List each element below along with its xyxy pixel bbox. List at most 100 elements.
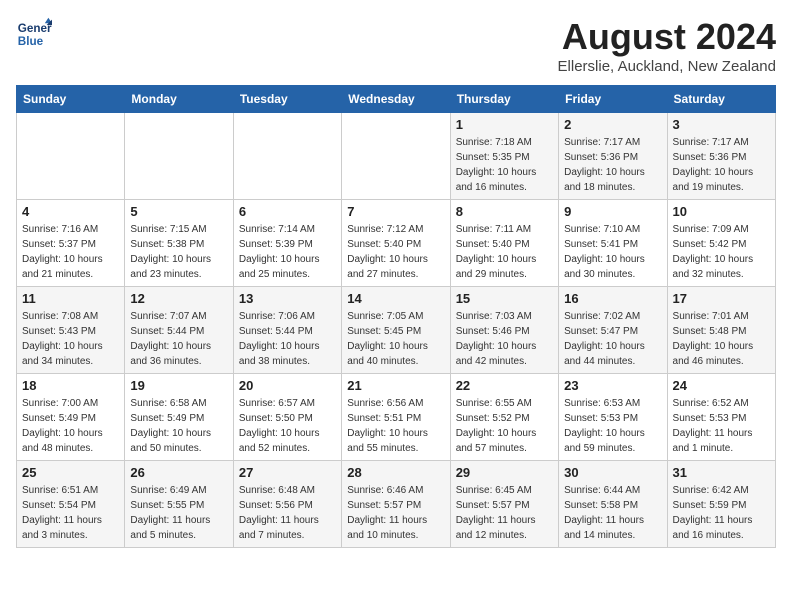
day-number: 18 xyxy=(22,378,119,393)
day-info: Sunrise: 7:16 AMSunset: 5:37 PMDaylight:… xyxy=(22,222,119,282)
day-number: 8 xyxy=(456,204,553,219)
calendar-cell: 19Sunrise: 6:58 AMSunset: 5:49 PMDayligh… xyxy=(125,374,233,461)
day-number: 11 xyxy=(22,291,119,306)
day-number: 13 xyxy=(239,291,336,306)
weekday-header-row: SundayMondayTuesdayWednesdayThursdayFrid… xyxy=(17,86,776,113)
calendar-cell: 27 Sunrise: 6:48 AMSunset: 5:56 PMDayligh… xyxy=(233,461,341,548)
calendar-cell: 22 Sunrise: 6:55 AMSunset: 5:52 PMDayligh… xyxy=(450,374,558,461)
calendar-cell: 7Sunrise: 7:12 AMSunset: 5:40 PMDaylight… xyxy=(342,200,450,287)
day-info: Sunrise: 7:03 AMSunset: 5:46 PMDaylight:… xyxy=(456,309,553,369)
calendar-table: SundayMondayTuesdayWednesdayThursdayFrid… xyxy=(16,85,776,548)
weekday-header-thursday: Thursday xyxy=(450,86,558,113)
calendar-cell: 30Sunrise: 6:44 AMSunset: 5:58 PMDayligh… xyxy=(559,461,667,548)
calendar-week-2: 4 Sunrise: 7:16 AMSunset: 5:37 PMDaylight… xyxy=(17,200,776,287)
day-number: 31 xyxy=(673,465,770,480)
calendar-cell xyxy=(342,113,450,200)
calendar-cell: 16 Sunrise: 7:02 AMSunset: 5:47 PMDayligh… xyxy=(559,287,667,374)
day-number: 5 xyxy=(130,204,227,219)
calendar-cell xyxy=(125,113,233,200)
day-number: 16 xyxy=(564,291,661,306)
calendar-cell: 14Sunrise: 7:05 AMSunset: 5:45 PMDayligh… xyxy=(342,287,450,374)
day-number: 4 xyxy=(22,204,119,219)
calendar-cell: 5 Sunrise: 7:15 AMSunset: 5:38 PMDaylight… xyxy=(125,200,233,287)
calendar-cell: 1 Sunrise: 7:18 AMSunset: 5:35 PMDaylight… xyxy=(450,113,558,200)
day-number: 23 xyxy=(564,378,661,393)
day-info: Sunrise: 6:52 AMSunset: 5:53 PMDaylight:… xyxy=(673,396,770,456)
page-header: General Blue August 2024 Ellerslie, Auck… xyxy=(16,16,776,75)
calendar-week-3: 11 Sunrise: 7:08 AMSunset: 5:43 PMDayligh… xyxy=(17,287,776,374)
day-info: Sunrise: 7:06 AMSunset: 5:44 PMDaylight:… xyxy=(239,309,336,369)
day-info: Sunrise: 6:51 AMSunset: 5:54 PMDaylight:… xyxy=(22,483,119,543)
day-info: Sunrise: 6:46 AMSunset: 5:57 PMDaylight:… xyxy=(347,483,444,543)
calendar-cell: 8 Sunrise: 7:11 AMSunset: 5:40 PMDaylight… xyxy=(450,200,558,287)
weekday-header-tuesday: Tuesday xyxy=(233,86,341,113)
day-info: Sunrise: 6:56 AMSunset: 5:51 PMDaylight:… xyxy=(347,396,444,456)
day-number: 15 xyxy=(456,291,553,306)
calendar-cell: 20 Sunrise: 6:57 AMSunset: 5:50 PMDayligh… xyxy=(233,374,341,461)
calendar-cell: 28 Sunrise: 6:46 AMSunset: 5:57 PMDayligh… xyxy=(342,461,450,548)
day-info: Sunrise: 7:02 AMSunset: 5:47 PMDaylight:… xyxy=(564,309,661,369)
day-number: 6 xyxy=(239,204,336,219)
day-number: 25 xyxy=(22,465,119,480)
calendar-cell: 3Sunrise: 7:17 AMSunset: 5:36 PMDaylight… xyxy=(667,113,775,200)
day-info: Sunrise: 6:45 AMSunset: 5:57 PMDaylight:… xyxy=(456,483,553,543)
day-info: Sunrise: 6:48 AMSunset: 5:56 PMDaylight:… xyxy=(239,483,336,543)
day-info: Sunrise: 6:57 AMSunset: 5:50 PMDaylight:… xyxy=(239,396,336,456)
day-info: Sunrise: 7:14 AMSunset: 5:39 PMDaylight:… xyxy=(239,222,336,282)
day-info: Sunrise: 7:09 AMSunset: 5:42 PMDaylight:… xyxy=(673,222,770,282)
weekday-header-friday: Friday xyxy=(559,86,667,113)
day-info: Sunrise: 7:17 AMSunset: 5:36 PMDaylight:… xyxy=(673,135,770,195)
calendar-cell: 17 Sunrise: 7:01 AMSunset: 5:48 PMDayligh… xyxy=(667,287,775,374)
day-number: 20 xyxy=(239,378,336,393)
calendar-week-4: 18Sunrise: 7:00 AMSunset: 5:49 PMDayligh… xyxy=(17,374,776,461)
day-info: Sunrise: 7:01 AMSunset: 5:48 PMDaylight:… xyxy=(673,309,770,369)
day-number: 22 xyxy=(456,378,553,393)
logo: General Blue xyxy=(16,16,52,52)
calendar-cell: 25 Sunrise: 6:51 AMSunset: 5:54 PMDayligh… xyxy=(17,461,125,548)
calendar-week-5: 25 Sunrise: 6:51 AMSunset: 5:54 PMDayligh… xyxy=(17,461,776,548)
day-info: Sunrise: 6:44 AMSunset: 5:58 PMDaylight:… xyxy=(564,483,661,543)
day-info: Sunrise: 7:18 AMSunset: 5:35 PMDaylight:… xyxy=(456,135,553,195)
title-section: August 2024 Ellerslie, Auckland, New Zea… xyxy=(558,16,776,75)
day-number: 29 xyxy=(456,465,553,480)
day-info: Sunrise: 7:17 AMSunset: 5:36 PMDaylight:… xyxy=(564,135,661,195)
logo-icon: General Blue xyxy=(16,16,52,52)
day-number: 1 xyxy=(456,117,553,132)
calendar-subtitle: Ellerslie, Auckland, New Zealand xyxy=(558,58,776,75)
day-info: Sunrise: 6:42 AMSunset: 5:59 PMDaylight:… xyxy=(673,483,770,543)
day-info: Sunrise: 6:53 AMSunset: 5:53 PMDaylight:… xyxy=(564,396,661,456)
day-number: 26 xyxy=(130,465,227,480)
calendar-cell: 15 Sunrise: 7:03 AMSunset: 5:46 PMDayligh… xyxy=(450,287,558,374)
day-info: Sunrise: 7:05 AMSunset: 5:45 PMDaylight:… xyxy=(347,309,444,369)
calendar-cell: 23 Sunrise: 6:53 AMSunset: 5:53 PMDayligh… xyxy=(559,374,667,461)
calendar-cell: 10 Sunrise: 7:09 AMSunset: 5:42 PMDayligh… xyxy=(667,200,775,287)
day-info: Sunrise: 6:49 AMSunset: 5:55 PMDaylight:… xyxy=(130,483,227,543)
day-number: 10 xyxy=(673,204,770,219)
day-number: 2 xyxy=(564,117,661,132)
day-info: Sunrise: 6:55 AMSunset: 5:52 PMDaylight:… xyxy=(456,396,553,456)
calendar-title: August 2024 xyxy=(558,16,776,58)
calendar-cell: 21Sunrise: 6:56 AMSunset: 5:51 PMDayligh… xyxy=(342,374,450,461)
day-info: Sunrise: 7:15 AMSunset: 5:38 PMDaylight:… xyxy=(130,222,227,282)
day-info: Sunrise: 7:11 AMSunset: 5:40 PMDaylight:… xyxy=(456,222,553,282)
calendar-cell: 4 Sunrise: 7:16 AMSunset: 5:37 PMDaylight… xyxy=(17,200,125,287)
calendar-week-1: 1 Sunrise: 7:18 AMSunset: 5:35 PMDaylight… xyxy=(17,113,776,200)
day-info: Sunrise: 7:07 AMSunset: 5:44 PMDaylight:… xyxy=(130,309,227,369)
day-number: 7 xyxy=(347,204,444,219)
calendar-cell: 6 Sunrise: 7:14 AMSunset: 5:39 PMDaylight… xyxy=(233,200,341,287)
svg-text:General: General xyxy=(18,22,52,35)
day-number: 27 xyxy=(239,465,336,480)
day-number: 12 xyxy=(130,291,227,306)
day-info: Sunrise: 6:58 AMSunset: 5:49 PMDaylight:… xyxy=(130,396,227,456)
calendar-cell: 26 Sunrise: 6:49 AMSunset: 5:55 PMDayligh… xyxy=(125,461,233,548)
calendar-cell: 13 Sunrise: 7:06 AMSunset: 5:44 PMDayligh… xyxy=(233,287,341,374)
calendar-cell: 9Sunrise: 7:10 AMSunset: 5:41 PMDaylight… xyxy=(559,200,667,287)
calendar-cell xyxy=(17,113,125,200)
calendar-cell: 2 Sunrise: 7:17 AMSunset: 5:36 PMDaylight… xyxy=(559,113,667,200)
calendar-cell: 24Sunrise: 6:52 AMSunset: 5:53 PMDayligh… xyxy=(667,374,775,461)
day-number: 17 xyxy=(673,291,770,306)
weekday-header-sunday: Sunday xyxy=(17,86,125,113)
day-number: 28 xyxy=(347,465,444,480)
day-info: Sunrise: 7:08 AMSunset: 5:43 PMDaylight:… xyxy=(22,309,119,369)
svg-text:Blue: Blue xyxy=(18,35,44,48)
